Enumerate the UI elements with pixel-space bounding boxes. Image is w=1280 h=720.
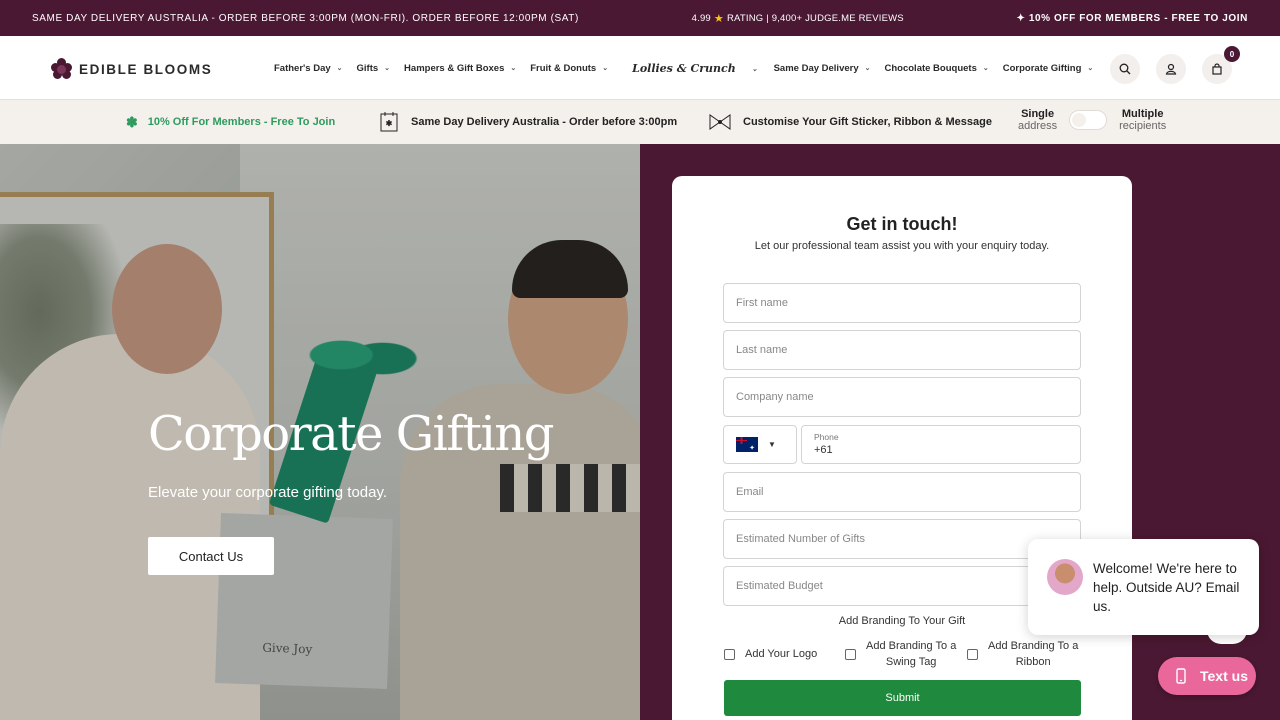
nav-fruit-donuts[interactable]: Fruit & Donuts ⌄ (530, 63, 608, 74)
add-logo-option[interactable]: Add Your Logo (724, 646, 817, 662)
chevron-down-icon: ⌄ (751, 63, 758, 73)
company-name-field[interactable]: Company name (723, 377, 1081, 417)
switch-knob (1072, 113, 1087, 127)
chevron-down-icon: ⌄ (602, 65, 609, 72)
hero-title: Corporate Gifting (148, 406, 554, 462)
ribbon-icon (709, 114, 731, 130)
chevron-down-icon: ⌄ (384, 65, 391, 72)
text-us-button[interactable]: Text us (1158, 657, 1256, 695)
form-title: Get in touch! (846, 214, 958, 234)
chevron-down-icon: ⌄ (510, 65, 517, 72)
nav-corporate-gifting[interactable]: Corporate Gifting ⌄ (1003, 63, 1094, 74)
phone-icon (1176, 668, 1186, 684)
main-nav: Father's Day ⌄ Gifts ⌄ Hampers & Gift Boxe… (274, 36, 1107, 100)
rating-summary[interactable]: 4.99 ★ RATING | 9,400+ JUDGE.ME REVIEWS (692, 12, 904, 25)
hero-subtitle: Elevate your corporate gifting today. (148, 484, 388, 501)
header-actions: 0 (1110, 46, 1240, 84)
chat-welcome-popup[interactable]: Welcome! We're here to help. Outside AU?… (1028, 539, 1259, 635)
logo-text: EDIBLE BLOOMS (79, 61, 213, 77)
ribbon-checkbox[interactable] (967, 648, 978, 660)
user-icon (1165, 63, 1177, 75)
form-intro: Let our professional team assist you wit… (754, 240, 1050, 252)
chevron-down-icon: ⌄ (336, 65, 343, 72)
star-icon: ★ (713, 12, 724, 25)
cart-count-badge: 0 (1224, 46, 1240, 62)
chevron-down-icon: ⌄ (1087, 65, 1094, 72)
members-benefit[interactable]: ✽ 10% Off For Members - Free To Join (126, 100, 335, 144)
announcement-bar: SAME DAY DELIVERY AUSTRALIA - ORDER BEFO… (0, 0, 1280, 36)
agent-avatar (1047, 559, 1083, 595)
members-promo-link[interactable]: ✦ 10% OFF FOR MEMBERS - FREE TO JOIN (1017, 13, 1248, 24)
bag-icon (1212, 63, 1222, 75)
chevron-down-icon: ⌄ (982, 65, 989, 72)
nav-hampers[interactable]: Hampers & Gift Boxes ⌄ (404, 63, 516, 74)
contact-us-button[interactable]: Contact Us (148, 537, 274, 575)
first-name-field[interactable]: First name (723, 283, 1081, 323)
enquiry-form-card: Get in touch! Let our professional team … (672, 176, 1132, 720)
submit-button[interactable]: Submit (724, 680, 1081, 716)
last-name-field[interactable]: Last name (723, 330, 1081, 370)
chat-welcome-message: Welcome! We're here to help. Outside AU?… (1093, 561, 1240, 614)
calendar-icon: ✱ (380, 112, 398, 132)
nav-fathers-day[interactable]: Father's Day ⌄ (274, 63, 343, 74)
account-button[interactable] (1156, 54, 1186, 84)
nav-lollies-crunch[interactable]: Lollies & Crunch ⌄ (632, 62, 758, 75)
country-code-select[interactable]: ▼ (723, 425, 797, 464)
svg-text:✱: ✱ (386, 119, 393, 128)
add-logo-checkbox[interactable] (724, 648, 735, 660)
chevron-down-icon: ⌄ (864, 65, 871, 72)
nav-chocolate-bouquets[interactable]: Chocolate Bouquets ⌄ (885, 63, 989, 74)
swing-tag-checkbox[interactable] (845, 648, 856, 660)
single-address-label: Single address (1018, 108, 1058, 132)
swing-tag-option[interactable]: Add Branding To a Swing Tag (845, 638, 956, 670)
delivery-mode-toggle[interactable]: Single address Multiple recipients (1018, 108, 1166, 132)
hero-banner: Give Joy Corporate Gifting Elevate your … (0, 144, 640, 720)
ribbon-option[interactable]: Add Branding To a Ribbon (967, 638, 1078, 670)
logo[interactable]: EDIBLE BLOOMS (51, 58, 212, 80)
australia-flag-icon (736, 437, 758, 452)
search-icon (1119, 63, 1131, 75)
clover-icon: ✽ (126, 113, 138, 130)
benefits-bar: ✽ 10% Off For Members - Free To Join ✱ S… (0, 100, 1280, 144)
flower-logo-icon (51, 58, 73, 80)
multiple-recipients-label: Multiple recipients (1119, 108, 1167, 132)
nav-same-day[interactable]: Same Day Delivery ⌄ (774, 63, 871, 74)
search-button[interactable] (1110, 54, 1140, 84)
recipient-switch[interactable] (1069, 110, 1108, 130)
email-field[interactable]: Email (723, 472, 1081, 512)
caret-down-icon: ▼ (768, 440, 776, 449)
nav-gifts[interactable]: Gifts ⌄ (357, 63, 391, 74)
cart-button[interactable]: 0 (1202, 46, 1240, 84)
delivery-benefit: ✱ Same Day Delivery Australia - Order be… (377, 100, 677, 144)
customise-benefit: Customise Your Gift Sticker, Ribbon & Me… (707, 100, 992, 144)
phone-field[interactable]: Phone +61 (801, 425, 1081, 464)
delivery-notice: SAME DAY DELIVERY AUSTRALIA - ORDER BEFO… (32, 12, 579, 24)
site-header: EDIBLE BLOOMS Father's Day ⌄ Gifts ⌄ Hampe… (0, 36, 1280, 100)
